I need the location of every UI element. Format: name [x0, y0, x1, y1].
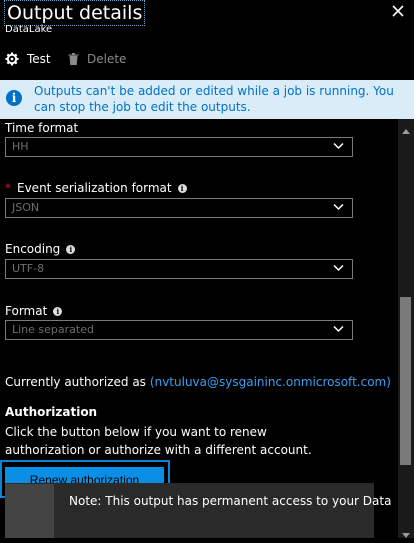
info-icon[interactable]: i [53, 306, 63, 316]
format-label: Format i [5, 304, 63, 318]
encoding-select[interactable]: UTF-8 [5, 259, 353, 279]
test-label: Test [27, 52, 51, 66]
blade-content: Time format HH * Event serialization for… [0, 119, 398, 538]
format-value: Line separated [12, 323, 94, 336]
event-serialization-label-text: Event serialization format [17, 181, 172, 195]
current-authorization-label: Currently authorized as [5, 375, 146, 389]
encoding-label-text: Encoding [5, 242, 61, 256]
gear-icon [5, 52, 19, 66]
event-serialization-label: * Event serialization format i [5, 181, 187, 195]
blade-subtitle: DataLake [5, 24, 53, 35]
delete-label: Delete [87, 52, 127, 66]
time-format-label-text: Time format [5, 121, 79, 135]
current-account: (nvtuluva@sysgaininc.onmicrosoft.com) [149, 375, 391, 389]
scrollbar[interactable] [398, 119, 414, 538]
info-banner: i Outputs can't be added or edited while… [0, 80, 414, 119]
info-icon: i [6, 90, 22, 106]
scroll-thumb[interactable] [400, 297, 411, 465]
chevron-down-icon [333, 142, 344, 150]
current-authorization: Currently authorized as (nvtuluva@sysgain… [5, 375, 391, 389]
time-format-select[interactable]: HH [5, 137, 353, 157]
note-text: Note: This output has permanent access t… [69, 494, 392, 508]
event-serialization-value: JSON [12, 201, 40, 214]
time-format-value: HH [12, 140, 29, 153]
required-marker: * [5, 181, 11, 195]
chevron-down-icon [333, 325, 344, 333]
event-serialization-select[interactable]: JSON [5, 198, 353, 218]
test-button[interactable]: Test [5, 50, 51, 68]
note-image [5, 484, 54, 538]
close-icon[interactable] [389, 3, 407, 21]
format-label-text: Format [5, 304, 48, 318]
blade-header: Output details DataLake Test Delete [0, 0, 414, 78]
trash-icon [68, 53, 79, 65]
note-box [5, 483, 374, 538]
time-format-label: Time format [5, 121, 78, 135]
chevron-down-icon [333, 203, 344, 211]
format-select[interactable]: Line separated [5, 320, 353, 340]
info-icon[interactable]: i [177, 183, 187, 193]
authorization-description: Click the button below if you want to re… [5, 425, 312, 457]
chevron-down-icon [333, 264, 344, 272]
info-icon[interactable]: i [66, 244, 76, 254]
scroll-up-arrow[interactable] [398, 119, 414, 134]
authorization-heading: Authorization [5, 405, 98, 419]
delete-button[interactable]: Delete [68, 50, 126, 68]
encoding-value: UTF-8 [12, 262, 45, 275]
scroll-down-arrow[interactable] [398, 524, 414, 538]
encoding-label: Encoding i [5, 242, 76, 256]
blade-title: Output details [4, 0, 146, 26]
info-text: Outputs can't be added or edited while a… [34, 84, 394, 114]
